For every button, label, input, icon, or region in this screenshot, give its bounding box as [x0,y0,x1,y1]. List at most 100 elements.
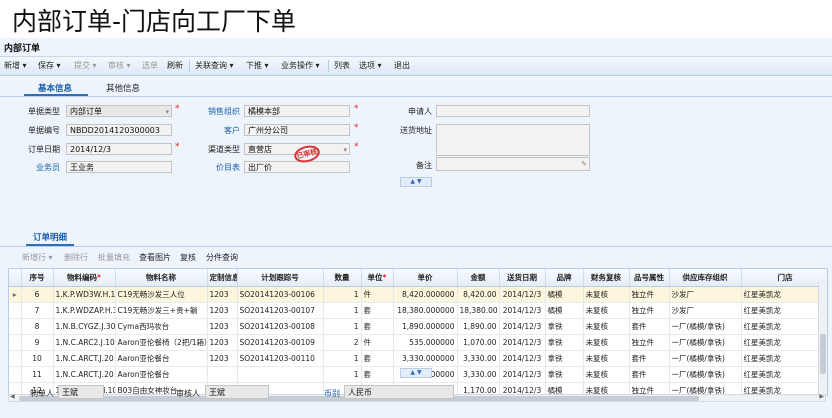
table-row[interactable]: 9 1.N.C.ARC2.J.10 Aaron亚伦餐椅（2把/1箱） 1203 SO20… [9,334,827,351]
toolbar-new-button[interactable]: 新增 ▾ [4,60,27,71]
grid-vertical-scrollbar[interactable] [818,282,827,394]
col-header-price[interactable]: 单价 [393,269,458,287]
currency-field[interactable]: 人民币 [344,385,454,399]
cell-unit[interactable]: 件 [361,286,394,303]
toolbar-list-button[interactable]: 列表 [334,60,350,71]
cell-material-name[interactable]: Aaron亚伦餐台 [115,350,208,367]
cell-custom-info[interactable]: 1203 [207,286,238,303]
cell-material-code[interactable]: 1.N.C.ARCT.J.20 [53,350,116,367]
cell-supply-org[interactable]: 一厂(橘模/拿铁) [669,318,742,335]
cell-custom-info[interactable]: 1203 [207,334,238,351]
cell-qty[interactable]: 1 [323,318,362,335]
cell-seq[interactable]: 10 [21,350,54,367]
cell-amount[interactable]: 3,330.00 [457,350,500,367]
salesman-label[interactable]: 业务员 [20,162,60,173]
cell-material-name[interactable]: C19无畅沙发三人位 [115,286,208,303]
col-header-qty[interactable]: 数量 [323,269,362,287]
cell-delivery-date[interactable]: 2014/12/3 [499,286,546,303]
ship-address-field[interactable] [436,124,590,156]
cell-item-attr[interactable]: 独立件 [629,334,670,351]
cell-material-code[interactable]: 1.N.C.ARCT.J.20 [53,366,116,383]
cell-unit[interactable]: 套 [361,318,394,335]
cell-amount[interactable]: 3,330.00 [457,366,500,383]
cell-unit[interactable]: 套 [361,366,394,383]
toolbar-audit-button[interactable]: 审核 ▾ [108,60,131,71]
toolbar-business-ops-button[interactable]: 业务操作 ▾ [281,60,320,71]
toolbar-submit-button[interactable]: 提交 ▾ [74,60,97,71]
salesman-field[interactable]: 王业务 [66,161,172,173]
cell-amount[interactable]: 1,070.00 [457,334,500,351]
cell-qty[interactable]: 1 [323,286,362,303]
scroll-right-icon[interactable]: ▶ [819,393,824,400]
table-row[interactable]: 10 1.N.C.ARCT.J.20 Aaron亚伦餐台 1203 SO20141203… [9,350,827,367]
currency-label[interactable]: 币别 [300,388,340,399]
cell-store[interactable]: 红星美凯龙 [741,334,827,351]
table-row[interactable]: ▸ 6 1.K.P.WD3W.H.16 C19无畅沙发三人位 1203 SO2014120… [9,286,827,303]
col-header-supply-org[interactable]: 供应库存组织 [669,269,742,287]
table-row[interactable]: 7 1.K.P.WDZAP.H.3 C19无畅沙发三+贵+躺 1203 SO201412… [9,302,827,319]
cell-finance-review[interactable]: 未复核 [583,350,630,367]
cell-delivery-date[interactable]: 2014/12/3 [499,318,546,335]
price-list-field[interactable]: 出厂价 [244,161,350,173]
cell-store[interactable]: 红星美凯龙 [741,286,827,303]
cell-brand[interactable]: 拿铁 [545,318,584,335]
cell-delivery-date[interactable]: 2014/12/3 [499,366,546,383]
toolbar-save-button[interactable]: 保存 ▾ [38,60,61,71]
cell-item-attr[interactable]: 套件 [629,350,670,367]
collapse-header-button[interactable]: ▲ ▼ [400,177,432,187]
cell-plan-track-no[interactable] [237,366,324,383]
cell-brand[interactable]: 拿铁 [545,334,584,351]
cell-store[interactable]: 红星美凯龙 [741,318,827,335]
col-header-plan-track-no[interactable]: 计划跟踪号 [237,269,324,287]
grid-view-image-button[interactable]: 查看图片 [139,252,171,263]
row-indicator[interactable] [9,302,22,319]
col-header-delivery-date[interactable]: 送货日期 [499,269,546,287]
cell-qty[interactable]: 1 [323,350,362,367]
row-indicator[interactable] [9,318,22,335]
col-header-finance-review[interactable]: 财务复核 [583,269,630,287]
price-list-label[interactable]: 价目表 [200,162,240,173]
cell-qty[interactable]: 1 [323,366,362,383]
toolbar-push-down-button[interactable]: 下推 ▾ [246,60,269,71]
grid-split-query-button[interactable]: 分件查询 [206,252,238,263]
cell-price[interactable]: 18,380.000000 [393,302,458,319]
toolbar-exit-button[interactable]: 退出 [394,60,410,71]
detail-tab[interactable]: 订单明细 [33,231,67,243]
cell-custom-info[interactable]: 1203 [207,302,238,319]
cell-material-name[interactable]: Cyma西玛妆台 [115,318,208,335]
col-header-seq[interactable]: 序号 [21,269,54,287]
cell-price[interactable]: 8,420.000000 [393,286,458,303]
cell-finance-review[interactable]: 未复核 [583,302,630,319]
current-row-icon[interactable]: ▸ [9,286,22,303]
bill-type-field[interactable]: 内部订单 ▾ [66,105,172,117]
remark-field[interactable]: ✎ [436,157,590,171]
cell-custom-info[interactable] [207,366,238,383]
cell-amount[interactable]: 1,890.00 [457,318,500,335]
toolbar-options-button[interactable]: 选项 ▾ [359,60,382,71]
cell-amount[interactable]: 8,420.00 [457,286,500,303]
col-header-store[interactable]: 门店 [741,269,827,287]
cell-store[interactable]: 红星美凯龙 [741,350,827,367]
row-indicator[interactable] [9,366,22,383]
cell-seq[interactable]: 7 [21,302,54,319]
cell-material-name[interactable]: C19无畅沙发三+贵+躺 [115,302,208,319]
cell-plan-track-no[interactable]: SO20141203-00109 [237,334,324,351]
cell-price[interactable]: 3,330.000000 [393,350,458,367]
cell-plan-track-no[interactable]: SO20141203-00110 [237,350,324,367]
cell-material-code[interactable]: 1.N.C.ARC2.J.10 [53,334,116,351]
bill-no-field[interactable]: NBDD2014120300003 [66,124,172,136]
col-header-amount[interactable]: 金额 [457,269,500,287]
cell-finance-review[interactable]: 未复核 [583,366,630,383]
sales-org-field[interactable]: 橘模本部 [244,105,350,117]
cell-qty[interactable]: 1 [323,302,362,319]
col-header-item-attr[interactable]: 品号属性 [629,269,670,287]
cell-supply-org[interactable]: 一厂(橘模/拿铁) [669,334,742,351]
grid-batch-fill-button[interactable]: 批量填充 [98,252,130,263]
cell-finance-review[interactable]: 未复核 [583,286,630,303]
cell-supply-org[interactable]: 一厂(橘模/拿铁) [669,366,742,383]
cell-brand[interactable]: 橘模 [545,302,584,319]
cell-plan-track-no[interactable]: SO20141203-00108 [237,318,324,335]
col-header-material-name[interactable]: 物料名称 [115,269,208,287]
toolbar-refresh-button[interactable]: 刷新 [167,60,183,71]
edit-icon[interactable]: ✎ [581,158,587,170]
